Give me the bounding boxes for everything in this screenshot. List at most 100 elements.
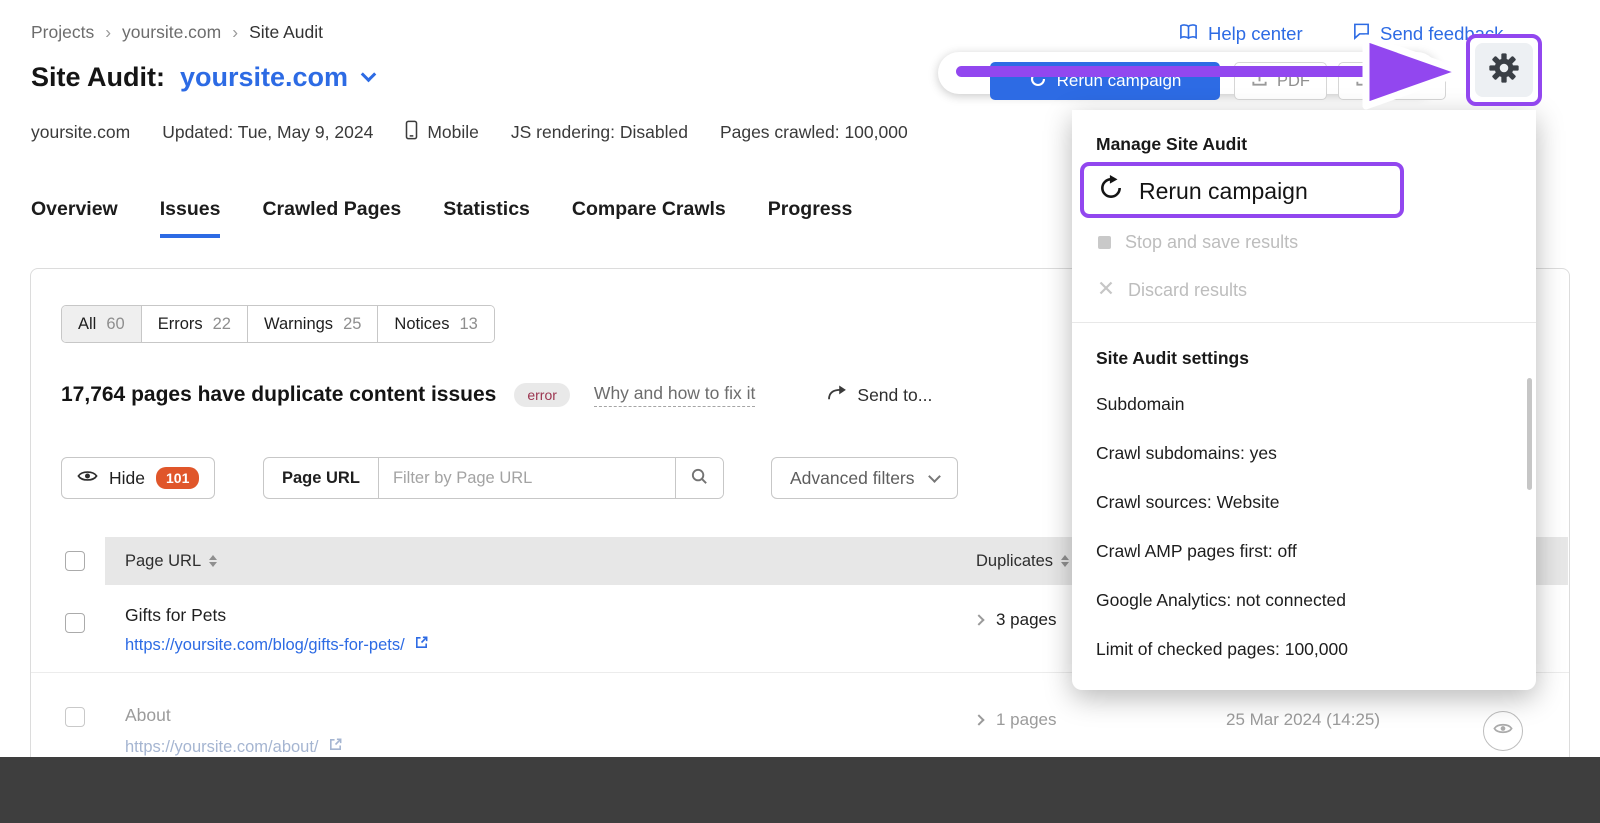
external-link-icon <box>328 737 343 757</box>
menu-stop-label: Stop and save results <box>1125 232 1298 253</box>
sort-icon <box>209 555 217 567</box>
page-title-cell: Gifts for Pets <box>125 605 226 626</box>
segment-warnings-label: Warnings <box>264 315 333 334</box>
page-url-link[interactable]: https://yoursite.com/about/ <box>125 737 343 757</box>
page-title: Site Audit: yoursite.com <box>31 62 374 93</box>
segment-errors-label: Errors <box>158 315 203 334</box>
meta-js-rendering: JS rendering: Disabled <box>511 122 688 143</box>
issue-headline-row: 17,764 pages have duplicate content issu… <box>61 383 932 407</box>
tab-issues[interactable]: Issues <box>160 198 221 238</box>
meta-domain: yoursite.com <box>31 122 130 143</box>
page-url-text: https://yoursite.com/blog/gifts-for-pets… <box>125 636 405 655</box>
column-duplicates-label: Duplicates <box>976 552 1053 571</box>
breadcrumb-separator-icon: › <box>105 22 111 43</box>
annotation-gear-highlight-box <box>1466 34 1542 106</box>
discard-x-icon <box>1098 280 1114 301</box>
menu-rerun-label: Rerun campaign <box>1139 178 1308 205</box>
last-update-cell: 25 Mar 2024 (14:25) <box>1226 710 1380 730</box>
breadcrumb-site-audit: Site Audit <box>249 22 323 43</box>
external-link-icon <box>414 635 429 655</box>
tab-progress[interactable]: Progress <box>768 198 853 238</box>
row-checkbox[interactable] <box>65 613 85 633</box>
duplicates-cell[interactable]: 3 pages <box>975 610 1057 630</box>
menu-item-google-analytics[interactable]: Google Analytics: not connected <box>1096 590 1346 611</box>
segment-errors[interactable]: Errors 22 <box>141 306 247 342</box>
tab-compare-crawls[interactable]: Compare Crawls <box>572 198 726 238</box>
menu-item-crawl-subdomains[interactable]: Crawl subdomains: yes <box>1096 443 1277 464</box>
duplicates-count: 3 pages <box>996 610 1057 630</box>
menu-item-subdomain[interactable]: Subdomain <box>1096 394 1185 415</box>
send-to-button[interactable]: Send to... <box>827 385 932 406</box>
settings-gear-button[interactable] <box>1475 43 1533 97</box>
column-header-duplicates[interactable]: Duplicates <box>976 537 1069 585</box>
help-center-label: Help center <box>1208 23 1303 45</box>
sort-icon <box>1061 555 1069 567</box>
campaign-meta-row: yoursite.com Updated: Tue, May 9, 2024 M… <box>31 120 908 145</box>
meta-pages-crawled: Pages crawled: 100,000 <box>720 122 908 143</box>
menu-item-discard-results[interactable]: Discard results <box>1098 280 1247 301</box>
column-header-page-url[interactable]: Page URL <box>125 537 217 585</box>
chevron-right-icon <box>973 714 984 725</box>
page-title-prefix: Site Audit: <box>31 62 165 93</box>
site-audit-tabs: Overview Issues Crawled Pages Statistics… <box>31 198 852 238</box>
select-all-checkbox[interactable] <box>65 551 85 571</box>
menu-item-stop-and-save[interactable]: Stop and save results <box>1098 232 1298 253</box>
duplicates-cell[interactable]: 1 pages <box>975 710 1057 730</box>
error-severity-badge: error <box>514 383 570 407</box>
menu-item-crawl-sources[interactable]: Crawl sources: Website <box>1096 492 1280 513</box>
page-url-filter-input[interactable] <box>379 458 675 498</box>
help-center-link[interactable]: Help center <box>1178 22 1303 46</box>
help-book-icon <box>1178 22 1199 46</box>
breadcrumb: Projects › yoursite.com › Site Audit <box>31 22 323 43</box>
meta-updated: Updated: Tue, May 9, 2024 <box>162 122 373 143</box>
bottom-dark-overlay <box>0 757 1600 823</box>
site-audit-page: Projects › yoursite.com › Site Audit Hel… <box>0 0 1600 823</box>
page-title-cell: About <box>125 705 171 726</box>
tab-statistics[interactable]: Statistics <box>443 198 530 238</box>
advanced-filters-button[interactable]: Advanced filters <box>771 457 958 499</box>
advanced-filters-label: Advanced filters <box>790 468 915 489</box>
row-checkbox[interactable] <box>65 707 85 727</box>
send-to-label: Send to... <box>857 385 932 406</box>
menu-item-crawl-amp[interactable]: Crawl AMP pages first: off <box>1096 541 1297 562</box>
tab-overview[interactable]: Overview <box>31 198 118 238</box>
segment-errors-count: 22 <box>213 315 231 334</box>
page-url-link[interactable]: https://yoursite.com/blog/gifts-for-pets… <box>125 635 429 655</box>
manage-section-title: Manage Site Audit <box>1096 134 1247 155</box>
tab-crawled-pages[interactable]: Crawled Pages <box>262 198 401 238</box>
share-arrow-icon <box>827 385 847 406</box>
settings-section-title: Site Audit settings <box>1096 348 1249 369</box>
duplicates-count: 1 pages <box>996 710 1057 730</box>
segment-warnings[interactable]: Warnings 25 <box>247 306 377 342</box>
segment-all-count: 60 <box>106 315 124 334</box>
hide-label: Hide <box>109 468 145 489</box>
page-url-filter-group: Page URL <box>263 457 724 499</box>
menu-item-limit-pages[interactable]: Limit of checked pages: 100,000 <box>1096 639 1348 660</box>
hide-row-button[interactable] <box>1483 711 1523 751</box>
panel-scrollbar-thumb[interactable] <box>1527 378 1532 490</box>
meta-device: Mobile <box>405 120 479 145</box>
segment-all[interactable]: All 60 <box>62 306 141 342</box>
segment-notices-label: Notices <box>394 315 449 334</box>
column-page-url-label: Page URL <box>125 552 201 571</box>
segment-notices[interactable]: Notices 13 <box>377 306 493 342</box>
campaign-selector[interactable]: yoursite.com <box>180 62 374 93</box>
search-button[interactable] <box>675 458 723 498</box>
chevron-down-icon <box>928 470 941 483</box>
menu-item-rerun-campaign[interactable]: Rerun campaign <box>1098 168 1308 214</box>
meta-device-label: Mobile <box>427 122 479 143</box>
severity-filter-segments: All 60 Errors 22 Warnings 25 Notices 13 <box>61 305 495 343</box>
segment-all-label: All <box>78 315 96 334</box>
breadcrumb-domain[interactable]: yoursite.com <box>122 22 221 43</box>
stop-square-icon <box>1098 236 1111 249</box>
gear-icon <box>1488 52 1520 89</box>
annotation-arrowhead <box>1356 30 1476 119</box>
why-and-how-to-fix-link[interactable]: Why and how to fix it <box>594 383 755 407</box>
mobile-phone-icon <box>405 120 418 145</box>
site-audit-settings-menu: Manage Site Audit Rerun campaign Stop an… <box>1072 110 1536 690</box>
refresh-icon <box>1098 175 1124 207</box>
search-icon <box>690 467 709 489</box>
breadcrumb-projects[interactable]: Projects <box>31 22 94 43</box>
chevron-right-icon <box>973 614 984 625</box>
hide-button[interactable]: Hide 101 <box>61 457 215 499</box>
